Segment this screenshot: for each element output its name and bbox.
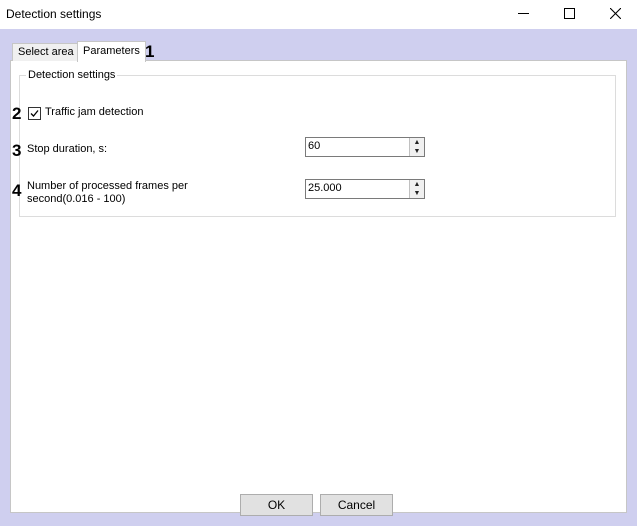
- window-title: Detection settings: [6, 7, 102, 21]
- frames-label-line1: Number of processed frames per: [27, 180, 188, 192]
- cancel-button[interactable]: Cancel: [320, 494, 393, 516]
- stop-duration-spinner[interactable]: 60 ▲ ▼: [305, 137, 425, 157]
- spin-down-button[interactable]: ▼: [410, 147, 424, 156]
- frames-per-second-value[interactable]: 25.000: [308, 182, 342, 194]
- spin-down-button[interactable]: ▼: [410, 189, 424, 198]
- tab-parameters[interactable]: Parameters: [77, 41, 146, 62]
- annotation-marker-3: 3: [12, 141, 22, 160]
- minimize-button[interactable]: [500, 0, 546, 29]
- traffic-jam-checkbox[interactable]: [28, 107, 41, 120]
- traffic-jam-label: Traffic jam detection: [45, 106, 144, 118]
- maximize-icon: [563, 7, 575, 22]
- frames-label-line2: second(0.016 - 100): [27, 193, 126, 205]
- dialog-client-area: Select area Parameters 1 Detection setti…: [0, 29, 637, 526]
- stop-duration-label: Stop duration, s:: [27, 143, 108, 155]
- frames-per-second-spinner[interactable]: 25.000 ▲ ▼: [305, 179, 425, 199]
- tab-select-area[interactable]: Select area: [12, 43, 80, 61]
- close-icon: [609, 7, 621, 22]
- ok-button[interactable]: OK: [240, 494, 313, 516]
- annotation-marker-1: 1: [145, 42, 155, 61]
- maximize-button[interactable]: [546, 0, 592, 29]
- title-bar: Detection settings: [0, 0, 637, 29]
- annotation-marker-2: 2: [12, 104, 22, 123]
- group-legend: Detection settings: [26, 69, 118, 81]
- annotation-marker-4: 4: [12, 181, 22, 200]
- checkmark-icon: [30, 110, 39, 117]
- frames-spin-buttons: ▲ ▼: [409, 180, 424, 198]
- close-button[interactable]: [592, 0, 637, 29]
- minimize-icon: [517, 8, 529, 22]
- stop-duration-value[interactable]: 60: [308, 140, 320, 152]
- stop-duration-spin-buttons: ▲ ▼: [409, 138, 424, 156]
